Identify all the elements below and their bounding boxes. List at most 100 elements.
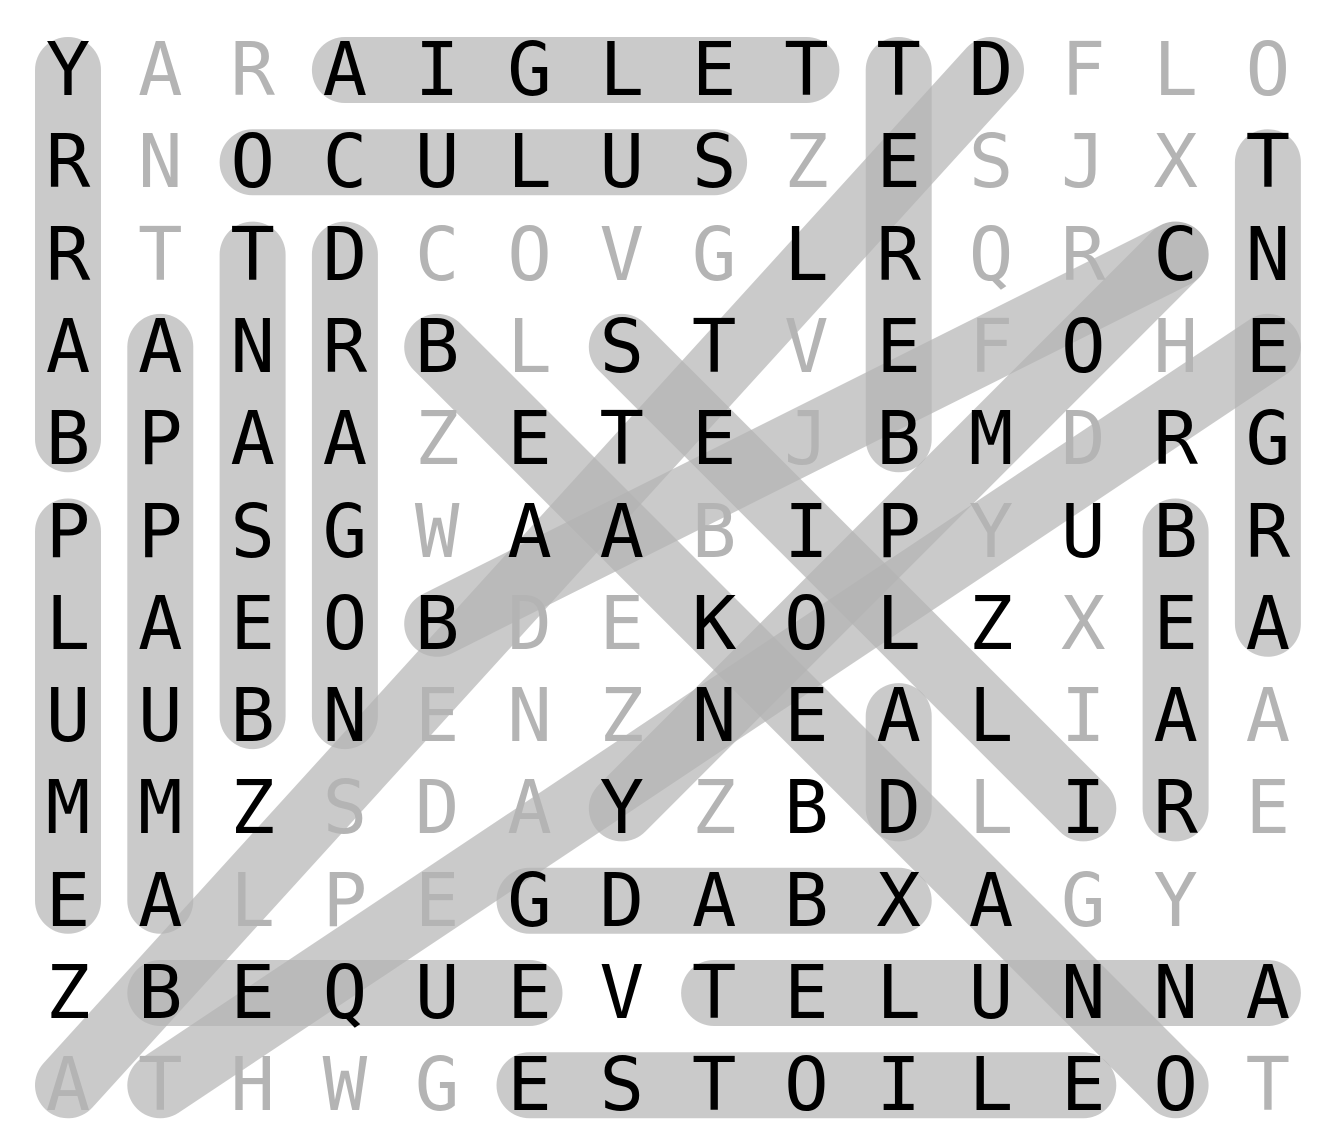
grid-cell-r3-c12[interactable]: H (1130, 301, 1222, 393)
grid-cell-r10-c9[interactable]: L (853, 947, 945, 1039)
grid-cell-r3-c3[interactable]: R (299, 301, 391, 393)
grid-cell-r4-c11[interactable]: D (1037, 393, 1129, 485)
grid-cell-r7-c11[interactable]: I (1037, 670, 1129, 762)
grid-cell-r8-c11[interactable]: I (1037, 762, 1129, 854)
grid-cell-r0-c1[interactable]: A (114, 24, 206, 116)
grid-cell-r4-c6[interactable]: T (576, 393, 668, 485)
grid-cell-r5-c3[interactable]: G (299, 486, 391, 578)
grid-cell-r9-c7[interactable]: A (668, 855, 760, 947)
grid-cell-r11-c8[interactable]: O (760, 1039, 852, 1131)
grid-cell-r8-c8[interactable]: B (760, 762, 852, 854)
grid-cell-r10-c4[interactable]: U (391, 947, 483, 1039)
grid-cell-r11-c2[interactable]: H (207, 1039, 299, 1131)
grid-cell-r9-c10[interactable]: A (945, 855, 1037, 947)
grid-cell-r9-c0[interactable]: E (22, 855, 114, 947)
grid-cell-r2-c5[interactable]: O (484, 209, 576, 301)
grid-cell-r4-c5[interactable]: E (484, 393, 576, 485)
grid-cell-r1-c11[interactable]: J (1037, 116, 1129, 208)
grid-cell-r0-c8[interactable]: T (760, 24, 852, 116)
grid-cell-r3-c13[interactable]: E (1222, 301, 1314, 393)
grid-cell-r4-c12[interactable]: R (1130, 393, 1222, 485)
grid-cell-r6-c13[interactable]: A (1222, 578, 1314, 670)
grid-cell-r11-c4[interactable]: G (391, 1039, 483, 1131)
grid-cell-r7-c10[interactable]: L (945, 670, 1037, 762)
grid-cell-r7-c1[interactable]: U (114, 670, 206, 762)
grid-cell-r7-c12[interactable]: A (1130, 670, 1222, 762)
grid-cell-r5-c2[interactable]: S (207, 486, 299, 578)
grid-cell-r4-c13[interactable]: G (1222, 393, 1314, 485)
grid-cell-r1-c6[interactable]: U (576, 116, 668, 208)
grid-cell-r5-c7[interactable]: B (668, 486, 760, 578)
grid-cell-r8-c1[interactable]: M (114, 762, 206, 854)
grid-cell-r11-c5[interactable]: E (484, 1039, 576, 1131)
grid-cell-r4-c1[interactable]: P (114, 393, 206, 485)
grid-cell-r0-c5[interactable]: G (484, 24, 576, 116)
grid-cell-r8-c9[interactable]: D (853, 762, 945, 854)
grid-cell-r10-c8[interactable]: E (760, 947, 852, 1039)
grid-cell-r7-c13[interactable]: A (1222, 670, 1314, 762)
grid-cell-r8-c2[interactable]: Z (207, 762, 299, 854)
grid-cell-r8-c5[interactable]: A (484, 762, 576, 854)
grid-cell-r1-c7[interactable]: S (668, 116, 760, 208)
grid-cell-r1-c1[interactable]: N (114, 116, 206, 208)
grid-cell-r11-c13[interactable]: T (1222, 1039, 1314, 1131)
grid-cell-r6-c9[interactable]: L (853, 578, 945, 670)
grid-cell-r11-c10[interactable]: L (945, 1039, 1037, 1131)
grid-cell-r9-c2[interactable]: L (207, 855, 299, 947)
grid-cell-r6-c0[interactable]: L (22, 578, 114, 670)
grid-cell-r8-c13[interactable]: E (1222, 762, 1314, 854)
grid-cell-r10-c11[interactable]: N (1037, 947, 1129, 1039)
grid-cell-r9-c4[interactable]: E (391, 855, 483, 947)
grid-cell-r7-c5[interactable]: N (484, 670, 576, 762)
grid-cell-r9-c6[interactable]: D (576, 855, 668, 947)
grid-cell-r11-c7[interactable]: T (668, 1039, 760, 1131)
grid-cell-r0-c13[interactable]: O (1222, 24, 1314, 116)
grid-cell-r3-c5[interactable]: L (484, 301, 576, 393)
grid-cell-r1-c2[interactable]: O (207, 116, 299, 208)
grid-cell-r11-c12[interactable]: O (1130, 1039, 1222, 1131)
grid-cell-r11-c0[interactable]: A (22, 1039, 114, 1131)
grid-cell-r7-c3[interactable]: N (299, 670, 391, 762)
grid-cell-r8-c4[interactable]: D (391, 762, 483, 854)
grid-cell-r6-c4[interactable]: B (391, 578, 483, 670)
grid-cell-r1-c5[interactable]: L (484, 116, 576, 208)
grid-cell-r9-c3[interactable]: P (299, 855, 391, 947)
grid-cell-r2-c8[interactable]: L (760, 209, 852, 301)
grid-cell-r9-c1[interactable]: A (114, 855, 206, 947)
grid-cell-r3-c9[interactable]: E (853, 301, 945, 393)
grid-cell-r6-c12[interactable]: E (1130, 578, 1222, 670)
grid-cell-r0-c10[interactable]: D (945, 24, 1037, 116)
grid-cell-r7-c9[interactable]: A (853, 670, 945, 762)
grid-cell-r2-c11[interactable]: R (1037, 209, 1129, 301)
grid-cell-r7-c2[interactable]: B (207, 670, 299, 762)
grid-cell-r3-c7[interactable]: T (668, 301, 760, 393)
grid-cell-r9-c5[interactable]: G (484, 855, 576, 947)
grid-cell-r8-c6[interactable]: Y (576, 762, 668, 854)
grid-cell-r5-c9[interactable]: P (853, 486, 945, 578)
grid-cell-r7-c7[interactable]: N (668, 670, 760, 762)
grid-cell-r3-c11[interactable]: O (1037, 301, 1129, 393)
grid-cell-r5-c10[interactable]: Y (945, 486, 1037, 578)
grid-cell-r10-c12[interactable]: N (1130, 947, 1222, 1039)
grid-cell-r2-c9[interactable]: R (853, 209, 945, 301)
grid-cell-r7-c8[interactable]: E (760, 670, 852, 762)
grid-cell-r6-c5[interactable]: D (484, 578, 576, 670)
grid-cell-r0-c12[interactable]: L (1130, 24, 1222, 116)
grid-cell-r4-c8[interactable]: J (760, 393, 852, 485)
grid-cell-r0-c11[interactable]: F (1037, 24, 1129, 116)
grid-cell-r2-c10[interactable]: Q (945, 209, 1037, 301)
grid-cell-r1-c3[interactable]: C (299, 116, 391, 208)
grid-cell-r2-c0[interactable]: R (22, 209, 114, 301)
grid-cell-r5-c12[interactable]: B (1130, 486, 1222, 578)
grid-cell-r3-c4[interactable]: B (391, 301, 483, 393)
grid-cell-r0-c0[interactable]: Y (22, 24, 114, 116)
grid-cell-r6-c7[interactable]: K (668, 578, 760, 670)
grid-cell-r7-c4[interactable]: E (391, 670, 483, 762)
grid-cell-r6-c6[interactable]: E (576, 578, 668, 670)
grid-cell-r9-c9[interactable]: X (853, 855, 945, 947)
grid-cell-r10-c0[interactable]: Z (22, 947, 114, 1039)
grid-cell-r1-c4[interactable]: U (391, 116, 483, 208)
grid-cell-r10-c1[interactable]: B (114, 947, 206, 1039)
grid-cell-r7-c0[interactable]: U (22, 670, 114, 762)
grid-cell-r2-c4[interactable]: C (391, 209, 483, 301)
